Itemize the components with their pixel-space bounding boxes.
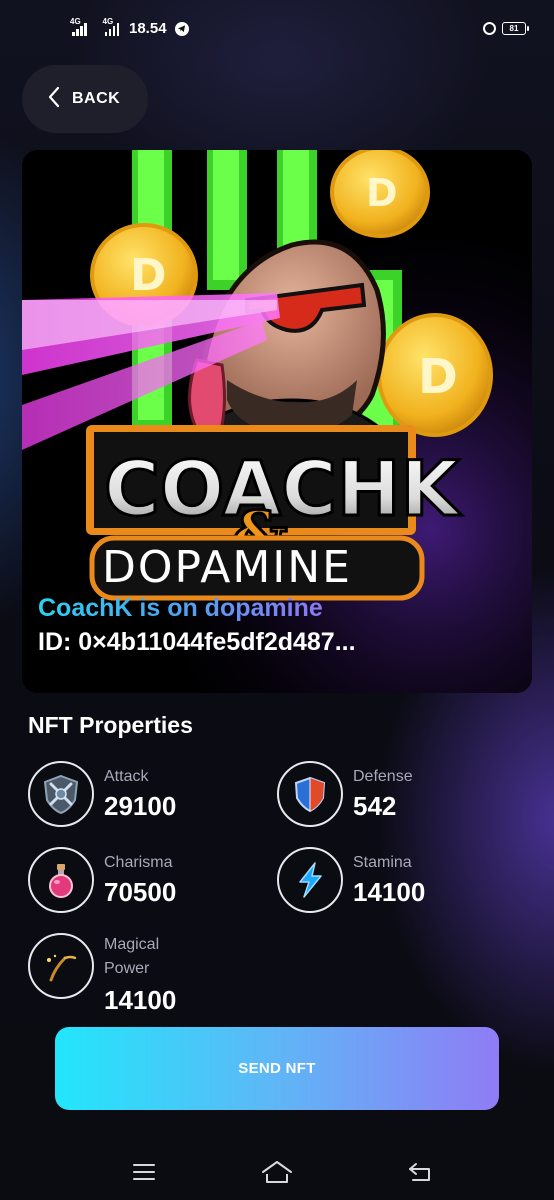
svg-text:DOPAMINE: DOPAMINE xyxy=(102,542,352,593)
lightning-icon xyxy=(277,847,343,913)
signal-icon-1: 4G xyxy=(70,17,87,36)
property-value: 14100 xyxy=(353,877,426,907)
shield-swords-icon xyxy=(28,761,94,827)
back-button-label: BACK xyxy=(72,90,121,107)
nft-id: ID: 0×4b11044fe5df2d487... xyxy=(38,628,356,656)
back-nav-button[interactable] xyxy=(400,1157,440,1187)
nft-name: CoachK is on dopamine xyxy=(38,594,323,622)
property-value: 14100 xyxy=(104,985,177,1015)
property-value: 70500 xyxy=(104,877,177,907)
property-defense: Defense 542 xyxy=(277,761,497,831)
chevron-left-icon xyxy=(48,86,60,113)
svg-text:D: D xyxy=(130,250,167,301)
property-name: Magical Power xyxy=(104,936,160,977)
property-stamina: Stamina 14100 xyxy=(277,847,497,917)
status-bar: 4G 4G 18.54 81 xyxy=(0,0,554,60)
shield-icon xyxy=(277,761,343,827)
property-value: 542 xyxy=(353,791,397,821)
battery-icon: 81 xyxy=(502,22,529,35)
status-left: 4G 4G 18.54 xyxy=(68,17,189,37)
home-icon xyxy=(262,1161,292,1183)
property-name: Defense xyxy=(353,768,413,785)
alarm-icon xyxy=(483,22,496,35)
property-name: Stamina xyxy=(353,854,412,871)
property-charisma: Charisma 70500 xyxy=(28,847,248,917)
svg-text:D: D xyxy=(366,171,398,215)
magic-wand-icon xyxy=(28,933,94,999)
status-time: 18.54 xyxy=(129,20,167,37)
system-nav-bar xyxy=(0,1145,554,1200)
status-right: 81 xyxy=(483,22,529,35)
property-value: 29100 xyxy=(104,791,177,821)
telegram-icon xyxy=(174,21,189,36)
nft-properties-title: NFT Properties xyxy=(28,712,193,738)
property-attack: Attack 29100 xyxy=(28,761,248,831)
property-magical-power: Magical Power 14100 xyxy=(28,933,248,1015)
home-nav-button[interactable] xyxy=(257,1157,297,1187)
menu-nav-button[interactable] xyxy=(124,1157,164,1187)
svg-text:D: D xyxy=(418,349,458,405)
property-name: Attack xyxy=(104,768,149,785)
send-nft-button-label: SEND NFT xyxy=(238,1060,316,1077)
signal-icon-2: 4G xyxy=(103,17,119,36)
menu-icon xyxy=(133,1164,155,1180)
return-icon xyxy=(409,1163,430,1181)
potion-icon xyxy=(28,847,94,913)
send-nft-button[interactable]: SEND NFT xyxy=(55,1027,499,1110)
nft-card: D D D COACHK & DOPAMINE CoachK is on dop… xyxy=(22,150,532,693)
property-name: Charisma xyxy=(104,854,173,871)
back-button[interactable]: BACK xyxy=(22,65,148,133)
